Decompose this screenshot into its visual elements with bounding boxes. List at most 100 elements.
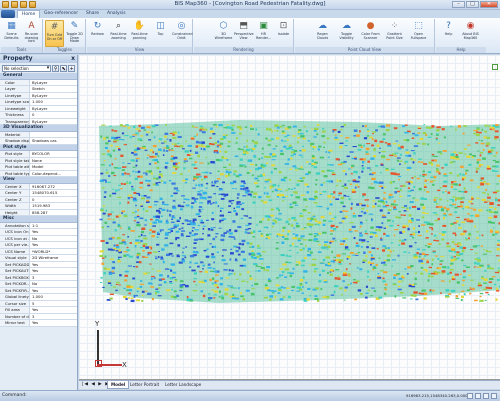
minimize-button[interactable]: – (452, 1, 465, 8)
property-value[interactable]: 3 (30, 314, 77, 320)
property-value[interactable]: 0 (30, 197, 77, 203)
draw-mode-toggle-button[interactable]: ✎ Toggle 2D Draw Mode (65, 20, 84, 47)
about-button[interactable]: ◉ About BIS Map360 (461, 20, 480, 47)
group-label-rendering: Rendering (194, 47, 293, 53)
property-value[interactable]: ByLayer (30, 106, 77, 112)
realtime-pan-button[interactable]: ✋ Real-time panning (130, 20, 149, 47)
property-value[interactable]: Sketch (30, 86, 77, 92)
property-value[interactable]: Shadows cas (30, 138, 77, 144)
property-value[interactable]: 1548070.615 (30, 190, 77, 196)
isolate-button[interactable]: ⊡ Isolate (274, 20, 293, 47)
property-value[interactable]: No (30, 281, 77, 287)
toggle-visibility-button[interactable]: ☁ Toggle Visibility (337, 20, 356, 47)
property-key: Thickness (0, 112, 30, 118)
ribbon-group-point-cloud-view: ☁ Regen Clouds ☁ Toggle Visibility ● Col… (295, 19, 435, 53)
property-value[interactable]: 1.000 (30, 294, 77, 300)
realtime-zoom-button[interactable]: ⌕ Real-time zooming (109, 20, 128, 47)
property-panel-close-button[interactable]: x (71, 55, 75, 63)
pickadd-toggle-icon[interactable]: + (68, 64, 75, 72)
rescan-font-button[interactable]: A Re-scan drawing font (22, 20, 41, 47)
regen-clouds-button[interactable]: ☁ Regen Clouds (313, 20, 332, 47)
tab-home[interactable]: Home (17, 10, 41, 18)
property-value[interactable]: 2D Wireframe (30, 255, 77, 261)
property-value[interactable]: No (30, 236, 77, 242)
property-value[interactable]: 1519.983 (30, 203, 77, 209)
property-value[interactable]: 5 (30, 301, 77, 307)
select-objects-icon[interactable]: ⬉ (60, 64, 68, 72)
close-button[interactable]: ✕ (480, 1, 498, 8)
property-key: Annotation s... (0, 222, 30, 228)
group-label-tools: Tools (1, 47, 42, 53)
tab-geo-referencer[interactable]: Geo-referencer (40, 10, 82, 18)
property-key: Layer (0, 86, 30, 92)
property-value[interactable]: 1.000 (30, 99, 77, 105)
property-key: Cursor size (0, 300, 30, 306)
property-value[interactable]: BYCOLOR (30, 151, 77, 157)
property-value[interactable]: 916067.272 (30, 184, 77, 190)
property-value[interactable]: Yes (30, 242, 77, 248)
property-value[interactable]: Yes (30, 229, 77, 235)
draw-mode-icon: ✎ (70, 21, 79, 31)
color-from-scanner-button[interactable]: ● Color From Scanner (361, 20, 380, 47)
ribbon: ▦ Scene Defaults A Re-scan drawing font … (0, 18, 500, 54)
ortho-icon[interactable] (483, 393, 489, 399)
property-key: Lineweight (0, 105, 30, 111)
group-label-view: View (87, 47, 192, 53)
snap-icon[interactable] (467, 393, 473, 399)
command-line[interactable]: Command: (2, 393, 27, 398)
top-view-button[interactable]: ◫ Top (151, 20, 170, 47)
viewcube-marker (492, 64, 498, 70)
open-fullspace-button[interactable]: ⬚ Open Fullspace (409, 20, 428, 47)
perspective-view-button[interactable]: ⬒ Perspective View (234, 20, 254, 47)
property-value[interactable]: ByLayer (30, 80, 77, 86)
gradient-point-size-button[interactable]: ⁘ Gradient Point Size (385, 20, 404, 47)
application-menu-button[interactable] (1, 10, 15, 18)
group-label-help: Help (436, 47, 486, 53)
wireframe-button[interactable]: ⬡ 3D Wireframe (214, 20, 233, 47)
redraw-button[interactable]: ↻ Redraw (88, 20, 107, 47)
property-value[interactable] (30, 132, 77, 138)
perspective-icon: ⬒ (239, 21, 248, 31)
layout-tab-letter-landscape[interactable]: Letter Landscape (162, 381, 204, 389)
property-key: Plot style (0, 151, 30, 157)
property-value[interactable]: None (30, 158, 77, 164)
property-key: Global linetyp... (0, 294, 30, 300)
ucs-origin-box (95, 360, 102, 367)
quick-select-icon[interactable]: ⚲ (52, 64, 60, 72)
property-value[interactable]: Yes (30, 320, 77, 326)
property-value[interactable]: Model (30, 164, 77, 170)
tab-analysis[interactable]: Analysis (103, 10, 130, 18)
constrained-orbit-button[interactable]: ◎ Constrained Orbit (172, 20, 193, 47)
hr-render-button[interactable]: ▣ HR Render... (254, 20, 273, 47)
title-bar: BIS Map360 - [Covington Road Pedestrian … (0, 0, 500, 10)
drawing-canvas[interactable]: Y X (79, 55, 500, 380)
help-icon: ? (446, 21, 451, 31)
property-value[interactable]: Color-depend... (30, 171, 77, 177)
ribbon-tabs: Home Geo-referencer Share Analysis (0, 10, 500, 18)
property-value[interactable]: 3 (30, 275, 77, 281)
property-value[interactable]: ByLayer (30, 93, 77, 99)
property-value[interactable]: ByLayer (30, 119, 77, 125)
polar-icon[interactable] (491, 393, 497, 399)
property-value[interactable]: Yes (30, 307, 77, 313)
scene-defaults-button[interactable]: ▦ Scene Defaults (2, 20, 21, 47)
maximize-button[interactable]: □ (466, 1, 479, 8)
grid-toggle-button[interactable]: # Turn Grid On or Off (45, 20, 64, 47)
property-key: Set PICKFIR... (0, 287, 30, 293)
grid-status-icon[interactable] (475, 393, 481, 399)
property-row[interactable]: Mirror text Yes (0, 320, 77, 327)
selection-dropdown[interactable]: No selection (2, 64, 52, 72)
pan-icon: ✋ (133, 21, 146, 31)
property-value[interactable]: 1:1 (30, 223, 77, 229)
property-value[interactable]: Yes (30, 262, 77, 268)
property-value[interactable]: 0 (30, 112, 77, 118)
help-button[interactable]: ? Help (439, 20, 458, 47)
tab-share[interactable]: Share (82, 10, 103, 18)
property-value[interactable]: Yes (30, 288, 77, 294)
property-value[interactable]: Yes (30, 268, 77, 274)
property-value[interactable]: 858.287 (30, 210, 77, 216)
property-value[interactable]: *WORLD* (30, 249, 77, 255)
layout-tab-model[interactable]: Model (107, 381, 130, 389)
layout-tab-letter-portrait[interactable]: Letter Portrait (127, 381, 162, 389)
ribbon-group-tools: ▦ Scene Defaults A Re-scan drawing font … (1, 19, 43, 53)
